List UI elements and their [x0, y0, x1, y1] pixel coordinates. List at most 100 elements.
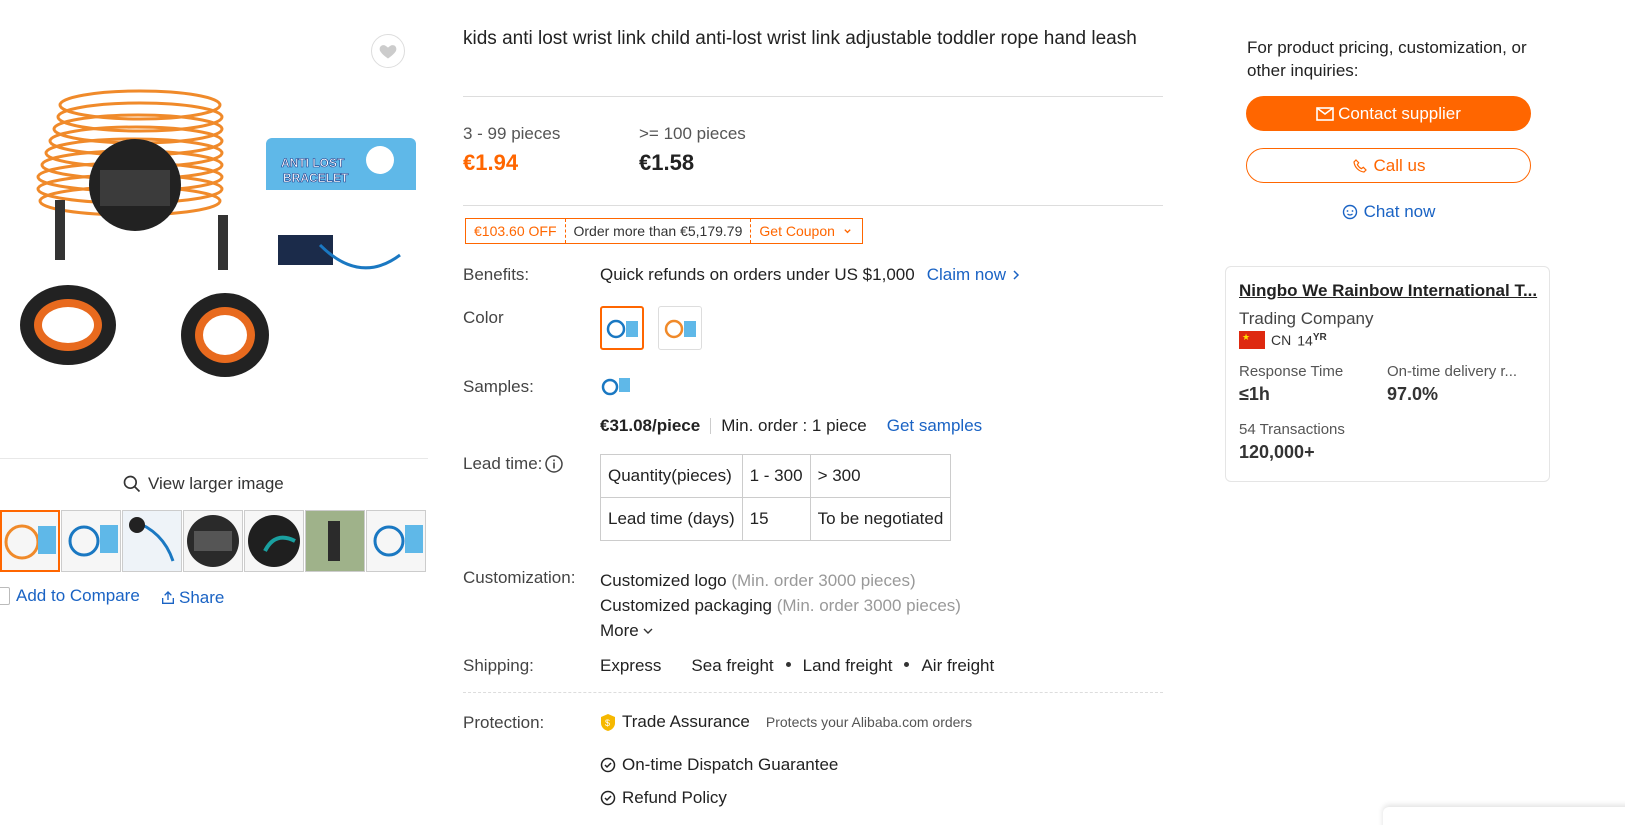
thumbnail[interactable] [122, 510, 182, 572]
benefits-text: Quick refunds on orders under US $1,000 [600, 265, 915, 284]
svg-text:BRACELET: BRACELET [283, 171, 349, 185]
lead-time-table: Quantity(pieces) 1 - 300 > 300 Lead time… [600, 454, 952, 541]
years-unit: YR [1312, 331, 1327, 343]
thumbnail[interactable] [305, 510, 365, 572]
view-larger-label: View larger image [148, 474, 284, 493]
share-icon [162, 591, 174, 604]
customization-note: (Min. order 3000 pieces) [776, 596, 961, 615]
customization-item: Customized logo (Min. order 3000 pieces) [600, 568, 961, 593]
shipping-option: Air freight [921, 656, 995, 675]
color-label: Color [463, 308, 504, 327]
compare-checkbox[interactable] [0, 587, 10, 605]
gallery-divider [0, 458, 428, 459]
share-button[interactable]: Share [160, 588, 224, 608]
thumbnail[interactable] [366, 510, 426, 572]
svg-text:$: $ [605, 718, 610, 728]
main-product-image[interactable]: ANTI LOST BRACELET [0, 20, 428, 460]
transactions-value: 120,000+ [1239, 442, 1315, 462]
color-options [600, 306, 702, 350]
tier-price: €1.94 [463, 150, 519, 175]
thumbnail[interactable] [244, 510, 304, 572]
customization-label: Customization: [463, 568, 576, 587]
trade-assurance-note: Protects your Alibaba.com orders [765, 714, 973, 730]
transactions-stat: 54 Transactions 120,000+ [1239, 421, 1345, 463]
price-tier: >= 100 pieces €1.58 [639, 124, 746, 176]
customization-more[interactable]: More [600, 618, 961, 643]
tier-price: €1.58 [639, 150, 695, 175]
view-larger-image-link[interactable]: View larger image [122, 474, 284, 494]
guarantee-label: Refund Policy [622, 788, 727, 807]
lead-time-label-row: Lead time: [463, 454, 564, 474]
bullet [904, 662, 910, 667]
claim-now-link[interactable]: Claim now [927, 265, 1020, 285]
info-icon[interactable] [544, 454, 564, 474]
table-cell: > 300 [809, 454, 952, 498]
get-coupon-button[interactable]: Get Coupon [751, 223, 862, 239]
table-cell: Lead time (days) [600, 497, 743, 541]
customization-item: Customized packaging (Min. order 3000 pi… [600, 593, 961, 618]
shipping-label: Shipping: [463, 656, 534, 675]
response-time-label: Response Time [1239, 363, 1344, 380]
svg-text:ANTI LOST: ANTI LOST [281, 156, 345, 170]
coupon-banner: €103.60 OFF Order more than €5,179.79 Ge… [465, 218, 863, 244]
ontime-delivery-stat: On-time delivery r... 97.0% [1387, 363, 1517, 405]
divider [463, 96, 1163, 97]
chat-icon [1342, 204, 1357, 220]
search-icon [123, 475, 141, 493]
divider [463, 692, 1163, 693]
samples-row: €31.08/piece Min. order : 1 piece Get sa… [600, 416, 982, 436]
transactions-label: 54 Transactions [1239, 421, 1345, 438]
mail-icon [1316, 106, 1334, 121]
price-tier: 3 - 99 pieces €1.94 [463, 124, 560, 176]
favorite-heart-button[interactable] [371, 34, 405, 68]
contact-supplier-button[interactable]: Contact supplier [1246, 96, 1531, 131]
thumbnail-strip [0, 510, 426, 572]
table-cell: 15 [741, 497, 811, 541]
supplier-type: Trading Company [1239, 309, 1374, 328]
color-swatch-orange[interactable] [658, 306, 702, 350]
call-us-button[interactable]: Call us [1246, 148, 1531, 183]
years-value: 14 [1297, 332, 1313, 349]
customization-name: Customized packaging [600, 596, 772, 615]
ontime-delivery-label: On-time delivery r... [1387, 363, 1518, 380]
benefits-row: Quick refunds on orders under US $1,000 … [600, 265, 1020, 285]
supplier-card: Ningbo We Rainbow International T... Tra… [1225, 266, 1550, 482]
shipping-option: Land freight [802, 656, 893, 675]
check-circle-icon [600, 790, 616, 806]
sample-min-order: Min. order : 1 piece [721, 416, 867, 435]
table-cell: Quantity(pieces) [600, 454, 743, 498]
sample-price: €31.08/piece [600, 416, 701, 435]
thumbnail[interactable] [183, 510, 243, 572]
trade-assurance-row: $ Trade Assurance Protects your Alibaba.… [600, 712, 972, 732]
trade-assurance-shield-icon: $ [601, 713, 615, 731]
share-label: Share [179, 588, 225, 607]
check-circle-icon [600, 757, 616, 773]
benefits-label: Benefits: [463, 265, 530, 284]
chat-now-link[interactable]: Chat now [1246, 199, 1531, 225]
add-to-compare[interactable]: Add to Compare [0, 586, 140, 606]
guarantee-label: On-time Dispatch Guarantee [622, 755, 839, 774]
chevron-right-icon [1013, 270, 1020, 280]
response-time-value: ≤1h [1239, 384, 1270, 404]
guarantee-item: On-time Dispatch Guarantee [600, 755, 838, 775]
customization-note: (Min. order 3000 pieces) [731, 571, 916, 590]
color-swatch-blue[interactable] [600, 306, 644, 350]
call-us-label: Call us [1373, 155, 1426, 175]
shipping-option: Express [600, 656, 662, 675]
chat-now-label: Chat now [1363, 202, 1436, 221]
supplier-country: CN [1271, 332, 1292, 348]
supplier-name-link[interactable]: Ningbo We Rainbow International T... [1239, 281, 1539, 301]
tier-range: >= 100 pieces [639, 124, 746, 143]
thumbnail[interactable] [61, 510, 121, 572]
get-samples-link[interactable]: Get samples [887, 416, 982, 436]
floating-panel-edge [1383, 807, 1625, 825]
product-title: kids anti lost wrist link child anti-los… [463, 28, 1137, 49]
customization-list: Customized logo (Min. order 3000 pieces)… [600, 568, 961, 643]
guarantee-item: Refund Policy [600, 788, 727, 808]
table-row: Quantity(pieces) 1 - 300 > 300 [600, 454, 952, 498]
thumbnail[interactable] [0, 510, 60, 572]
ontime-delivery-value: 97.0% [1387, 384, 1439, 404]
table-cell: 1 - 300 [741, 454, 811, 498]
heart-icon [379, 45, 397, 59]
supplier-years: 14YR [1297, 332, 1326, 349]
